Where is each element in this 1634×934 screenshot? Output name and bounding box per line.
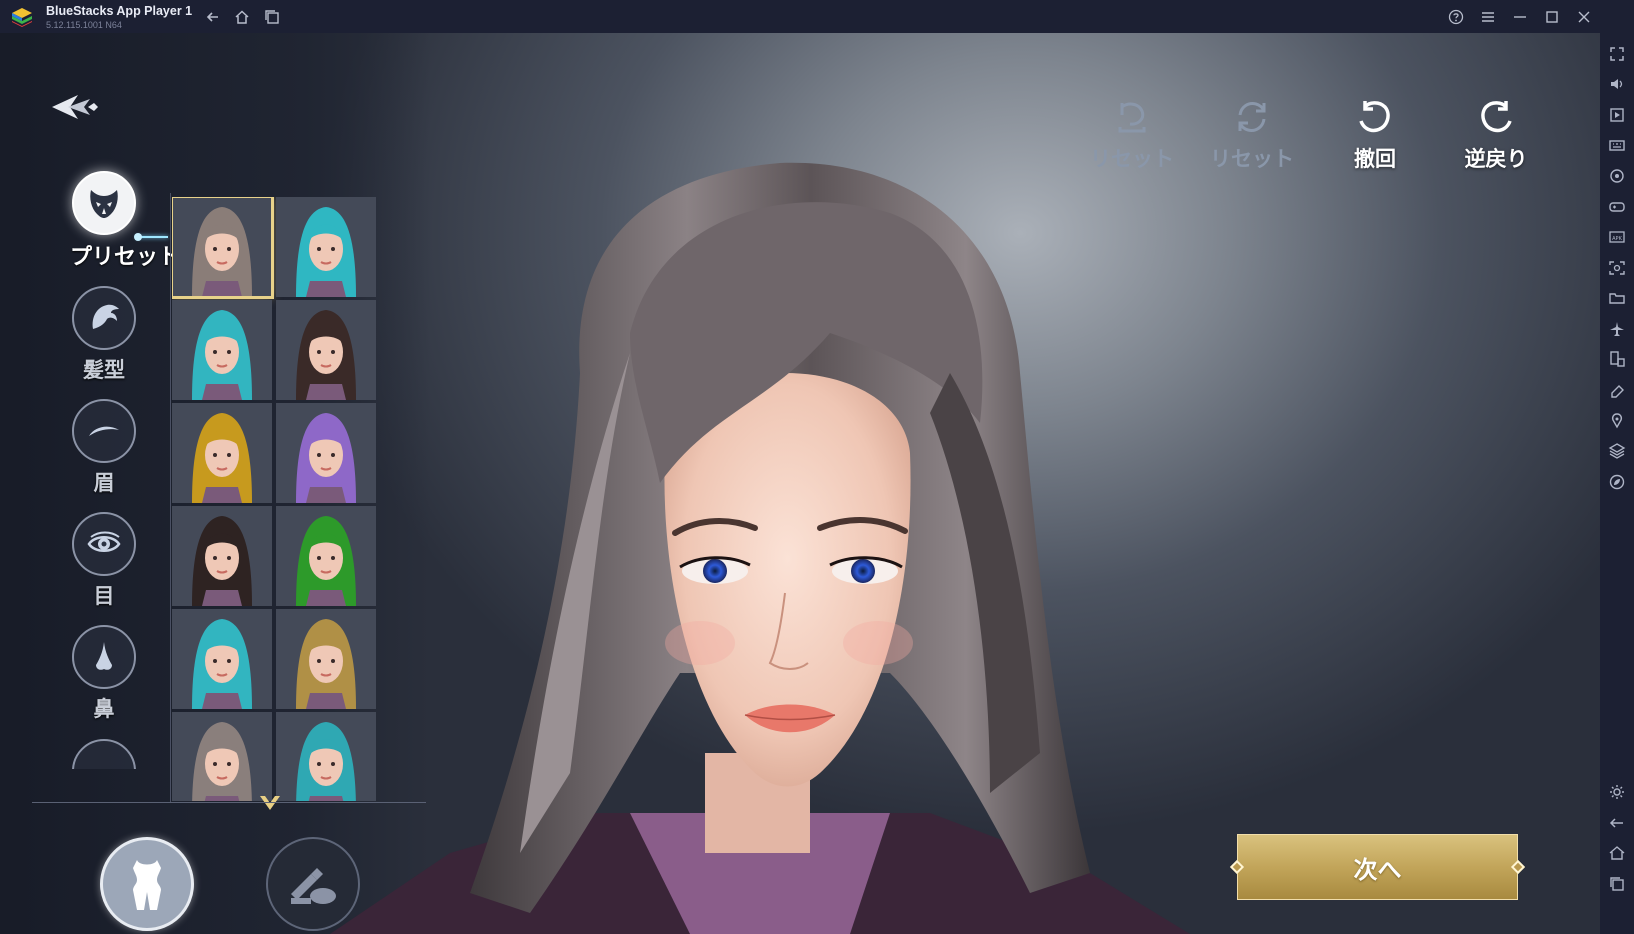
maximize-icon[interactable] (1541, 6, 1563, 28)
makeup-mode-button[interactable] (266, 837, 360, 931)
erase-icon[interactable] (1608, 381, 1626, 399)
folder-icon[interactable] (1608, 289, 1626, 307)
back-icon[interactable] (202, 6, 224, 28)
category-eyebrow-label: 眉 (93, 471, 115, 495)
preset-thumbnail[interactable] (172, 506, 272, 606)
category-more[interactable] (72, 739, 136, 769)
help-icon[interactable] (1445, 6, 1467, 28)
preset-thumbnail[interactable] (276, 403, 376, 503)
eyebrow-icon (72, 399, 136, 463)
rotate-icon[interactable] (1608, 167, 1626, 185)
app-title: BlueStacks App Player 1 (46, 4, 193, 18)
eco-icon[interactable] (1608, 473, 1626, 491)
hair-icon (72, 286, 136, 350)
preset-grid (172, 197, 378, 801)
svg-text:APK: APK (1612, 236, 1622, 242)
redo-label: 逆戻り (1464, 147, 1528, 171)
device-icon[interactable] (1608, 350, 1626, 368)
recent-apps-icon[interactable] (1608, 875, 1626, 893)
body-icon (133, 860, 161, 910)
category-eye-label: 目 (93, 584, 115, 608)
preset-thumbnail[interactable] (172, 300, 272, 400)
redo-icon (1481, 101, 1512, 133)
preset-mask-icon (72, 171, 136, 235)
category-hair-label: 髪型 (83, 358, 125, 382)
category-nose-label: 鼻 (93, 697, 115, 721)
menu-icon[interactable] (1477, 6, 1499, 28)
redo-button[interactable]: 逆戻り (1441, 97, 1551, 173)
settings-icon[interactable] (1608, 783, 1626, 801)
bluestacks-logo (12, 8, 32, 27)
category-hair[interactable]: 髪型 (72, 286, 136, 384)
category-preset-label: プリセット (70, 245, 181, 270)
reset-button[interactable]: リセット (1077, 97, 1187, 173)
preset-thumbnail[interactable] (172, 403, 272, 503)
undo-icon (1359, 101, 1390, 133)
reset-label: リセット (1090, 147, 1174, 171)
category-preset[interactable]: プリセット (70, 171, 181, 271)
nose-icon (72, 625, 136, 689)
bottom-divider (32, 802, 426, 803)
location-icon[interactable] (1608, 412, 1626, 430)
gamepad-icon[interactable] (1608, 197, 1626, 215)
more-category-icon (72, 739, 136, 769)
preset-thumbnail[interactable] (172, 609, 272, 709)
scroll-down-icon[interactable] (258, 794, 282, 812)
back-arrow-icon[interactable] (1608, 814, 1626, 832)
home-icon[interactable] (231, 6, 253, 28)
airplane-icon[interactable] (1608, 320, 1626, 338)
character-model[interactable] (330, 153, 1190, 934)
category-eyebrow[interactable]: 眉 (72, 399, 136, 497)
multi-instance-icon[interactable] (261, 6, 283, 28)
preset-thumbnail[interactable] (276, 712, 376, 801)
bluestacks-sidebar: APK (1600, 33, 1634, 934)
apk-icon[interactable]: APK (1608, 228, 1626, 246)
reset-all-label: リセット (1210, 147, 1294, 171)
next-label: 次へ (1353, 855, 1402, 884)
preset-thumbnail[interactable] (276, 609, 376, 709)
grid-divider (170, 193, 171, 803)
preset-thumbnail[interactable] (172, 197, 274, 299)
reset-all-button[interactable]: リセット (1197, 97, 1307, 173)
fullscreen-icon[interactable] (1608, 45, 1626, 63)
preset-thumbnail[interactable] (172, 712, 272, 801)
eye-icon (72, 512, 136, 576)
body-mode-button[interactable] (100, 837, 194, 931)
reset-icon (1118, 102, 1146, 133)
keyboard-icon[interactable] (1608, 136, 1626, 154)
preset-thumbnail[interactable] (276, 197, 376, 297)
next-right-ornament (1510, 859, 1526, 875)
next-left-ornament (1229, 859, 1245, 875)
category-nose[interactable]: 鼻 (72, 625, 136, 723)
title-bar: BlueStacks App Player 1 5.12.115.1001 N6… (0, 0, 1634, 33)
makeup-icon (291, 868, 336, 904)
media-icon[interactable] (1608, 106, 1626, 124)
undo-button[interactable]: 撤回 (1320, 97, 1430, 173)
undo-label: 撤回 (1354, 147, 1396, 171)
minimize-icon[interactable] (1509, 6, 1531, 28)
bluestacks-window: BlueStacks App Player 1 5.12.115.1001 N6… (0, 0, 1634, 934)
close-icon[interactable] (1573, 6, 1595, 28)
volume-icon[interactable] (1608, 75, 1626, 93)
game-viewport: プリセット 髪型 眉 目 鼻 リセット リセット 撤回 逆戻り 次へ (0, 33, 1600, 934)
next-button[interactable]: 次へ (1229, 834, 1526, 900)
preset-thumbnail[interactable] (276, 300, 376, 400)
app-version: 5.12.115.1001 N64 (46, 20, 122, 30)
preset-thumbnail[interactable] (276, 506, 376, 606)
back-logo-icon[interactable] (50, 91, 100, 123)
reset-all-icon (1238, 102, 1266, 132)
layers-icon[interactable] (1608, 442, 1626, 460)
home-icon[interactable] (1608, 844, 1626, 862)
screenshot-icon[interactable] (1608, 259, 1626, 277)
category-eye[interactable]: 目 (72, 512, 136, 610)
